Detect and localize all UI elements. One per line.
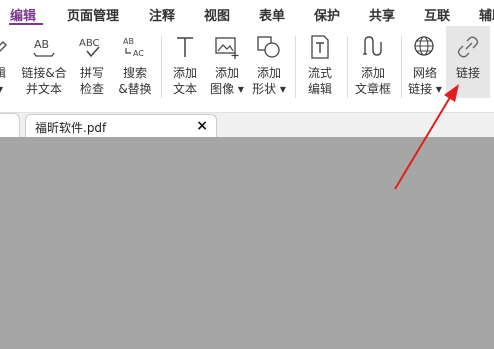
ribbon-toolbar: 辑 ▾ AB 链接&合 并文本 ABC 拼写 检查 AB AC 搜索 &替换 添… <box>0 26 494 113</box>
globe-link-icon <box>414 36 434 56</box>
ribbon-separator <box>161 36 162 98</box>
add-image-button[interactable]: 添加 图像 ▾ <box>206 26 248 102</box>
add-text-label: 添加 文本 <box>172 66 197 96</box>
tab-connect[interactable]: 互联 <box>424 5 450 24</box>
tab-accessibility[interactable]: 辅助 <box>479 5 494 24</box>
spell-check-label: 拼写 检查 <box>79 66 104 96</box>
edit-tool-button[interactable]: 辑 ▾ <box>0 26 14 102</box>
search-replace-icon: AB AC <box>123 37 144 58</box>
close-icon[interactable]: × <box>196 118 208 134</box>
search-replace-button[interactable]: AB AC 搜索 &替换 <box>114 26 156 102</box>
add-shape-label: 添加 形状 ▾ <box>252 66 286 96</box>
flow-edit-label: 流式 编辑 <box>307 66 332 96</box>
add-text-button[interactable]: 添加 文本 <box>164 26 206 102</box>
tab-form[interactable]: 表单 <box>259 5 285 24</box>
text-link-icon: AB <box>33 38 55 57</box>
spell-check-button[interactable]: ABC 拼写 检查 <box>70 26 114 102</box>
link-merge-text-label: 链接&合 并文本 <box>21 66 67 96</box>
edit-tool-label: 辑 ▾ <box>0 65 14 97</box>
menu-bar: 编辑 页面管理 注释 视图 表单 保护 共享 互联 辅助 <box>0 0 494 26</box>
svg-text:AC: AC <box>133 49 144 58</box>
link-button[interactable]: 链接 <box>446 26 490 98</box>
svg-text:AB: AB <box>123 37 134 46</box>
link-label: 链接 <box>455 66 480 80</box>
web-link-label: 网络 链接 ▾ <box>408 66 442 96</box>
svg-text:AB: AB <box>34 38 49 51</box>
article-box-icon <box>363 36 382 56</box>
link-merge-text-button[interactable]: AB 链接&合 并文本 <box>18 26 70 102</box>
tab-edit[interactable]: 编辑 <box>10 5 36 24</box>
add-image-label: 添加 图像 ▾ <box>210 66 244 96</box>
flow-edit-button[interactable]: 流式 编辑 <box>298 26 342 102</box>
chain-link-icon <box>457 36 479 58</box>
document-workspace <box>0 137 494 349</box>
tab-view[interactable]: 视图 <box>204 5 230 24</box>
ribbon-separator <box>347 36 348 98</box>
document-tab[interactable]: 福昕软件.pdf × <box>25 114 217 138</box>
tab-share[interactable]: 共享 <box>369 5 395 24</box>
tab-comment[interactable]: 注释 <box>149 5 175 24</box>
shape-icon <box>257 36 280 58</box>
document-tab-bar: 福昕软件.pdf × <box>0 113 494 138</box>
edit-icon <box>0 40 8 53</box>
svg-text:ABC: ABC <box>79 38 100 49</box>
ribbon-separator <box>295 36 296 98</box>
tab-page-management[interactable]: 页面管理 <box>67 5 119 24</box>
spell-check-icon: ABC <box>79 38 100 58</box>
active-tab-indicator <box>9 23 43 25</box>
web-link-button[interactable]: 网络 链接 ▾ <box>404 26 446 102</box>
text-icon <box>177 37 193 57</box>
flow-edit-icon <box>311 35 329 59</box>
add-article-box-button[interactable]: 添加 文章框 <box>350 26 396 102</box>
image-icon <box>215 37 239 59</box>
tab-protect[interactable]: 保护 <box>314 5 340 24</box>
add-shape-button[interactable]: 添加 形状 ▾ <box>248 26 290 102</box>
ribbon-separator <box>401 36 402 98</box>
search-replace-label: 搜索 &替换 <box>118 66 152 96</box>
document-tab-title: 福昕软件.pdf <box>35 121 107 135</box>
add-article-box-label: 添加 文章框 <box>354 66 391 96</box>
previous-document-tab[interactable] <box>0 113 20 138</box>
